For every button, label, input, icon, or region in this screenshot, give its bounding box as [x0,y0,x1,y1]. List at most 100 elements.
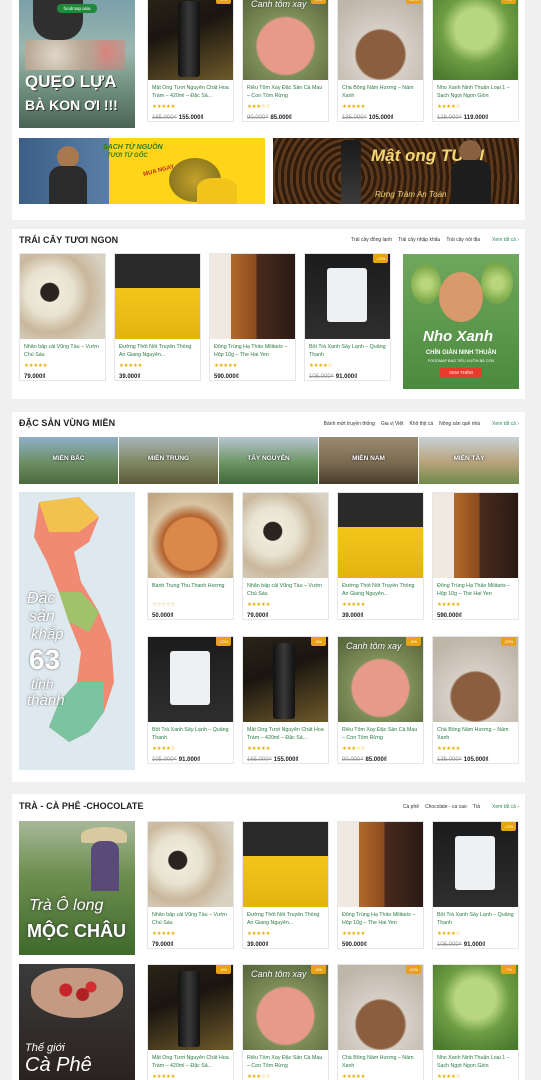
product-name-link[interactable]: Mật Ong Tươi Nguyên Chất Hoa Tràm – 420m… [152,1055,229,1071]
product-name-link[interactable]: Bột Trà Xanh Sấy Lạnh – Quảng Thanh [437,912,514,928]
region-north[interactable]: MIỀN BẮC [19,437,118,484]
grape-banner-button[interactable]: XEM THÊM [440,368,482,377]
product-card[interactable]: Đông Trùng Hạ Thảo Militaris – Hộp 10g –… [432,492,519,620]
product-card[interactable]: Canh tôm xay -6% Riêu Tôm Xay Đặc Sản Cà M… [337,636,424,764]
product-card[interactable]: -6% Mật Ong Tươi Nguyên Chất Hoa Tràm – 4… [242,636,329,764]
product-image[interactable]: -6% [148,0,233,80]
region-highlands[interactable]: TÂY NGUYÊN [219,437,318,484]
tab-tea[interactable]: Trà [473,804,480,810]
product-image[interactable]: -22% [433,637,518,722]
tab-coffee[interactable]: Cà phê [403,804,419,810]
old-price: 128.000₫ [437,115,462,121]
product-image[interactable]: -13% [148,637,233,722]
product-image[interactable] [210,254,295,339]
product-name-link[interactable]: Bánh Trung Thu Thanh Hương [152,583,229,599]
product-card[interactable]: -22% Chà Bông Nấm Hương – Nấm Xanh ★★★★★ 13… [337,0,424,122]
product-card[interactable]: Đường Thốt Nốt Truyền Thống An Giang Ngu… [114,253,201,381]
product-image[interactable]: -6% [243,637,328,722]
product-image[interactable] [433,493,518,578]
product-card[interactable]: Đường Thốt Nốt Truyền Thống An Giang Ngu… [242,821,329,949]
tab-dried-meat-fish[interactable]: Khô thịt cá [410,421,434,427]
product-name-link[interactable]: Chà Bông Nấm Hương – Nấm Xanh [437,727,514,743]
honey-banner[interactable]: Mật ong TƯƠI Rừng Tràm An Toàn [273,138,519,204]
region-mekong[interactable]: MIỀN TÂY [419,437,519,484]
product-card[interactable]: -22% Chà Bông Nấm Hương – Nấm Xanh ★★★★★ 13… [432,636,519,764]
product-image[interactable]: -7% [433,965,518,1050]
product-image[interactable]: -22% [338,965,423,1050]
tab-imported-fruit[interactable]: Trái cây nhập khẩu [398,237,440,243]
tea-see-all-link[interactable]: Xem tất cả › [492,804,519,810]
product-name-link[interactable]: Đông Trùng Hạ Thảo Militaris – Hộp 10g –… [437,583,514,599]
product-image[interactable]: -13% [305,254,390,339]
tab-vietnamese-spices[interactable]: Gia vị Việt [381,421,404,427]
product-card[interactable]: -6% Mật Ong Tươi Nguyên Chất Hoa Tràm – 4… [147,964,234,1080]
product-card[interactable]: Nhãn bấp cải Vũng Tàu – Vườn Chú Sáu ★★★★… [242,492,329,620]
product-card[interactable]: -13% Bột Trà Xanh Sấy Lạnh – Quảng Thanh ★… [304,253,391,381]
product-image[interactable]: Canh tôm xay -6% [338,637,423,722]
region-central[interactable]: MIỀN TRUNG [119,437,218,484]
product-image[interactable]: Canh tôm xay -6% [243,0,328,80]
product-image[interactable]: -7% [433,0,518,80]
product-card[interactable]: -7% Nho Xanh Ninh Thuận Loại 1 – Sạch Ngọ… [432,964,519,1080]
grape-banner[interactable]: Nho Xanh CHÍN GIÀN NINH THUẬN FOODMAP BA… [403,254,519,389]
durian-banner[interactable]: SẠCH TỪ NGUỒN TƯƠI TỪ GỐC MUA NGAY [19,138,265,204]
product-name-link[interactable]: Bột Trà Xanh Sấy Lạnh – Quảng Thanh [309,344,386,360]
product-name-link[interactable]: Nhãn bấp cải Vũng Tàu – Vườn Chú Sáu [247,583,324,599]
product-card[interactable]: -22% Chà Bông Nấm Hương – Nấm Xanh ★★★★★ [337,964,424,1080]
product-name-link[interactable]: Riêu Tôm Xay Đặc Sản Cà Mau – Con Tôm Rừ… [247,85,324,101]
product-name-link[interactable]: Đường Thốt Nốt Truyền Thống An Giang Ngu… [119,344,196,360]
product-name-link[interactable]: Riêu Tôm Xay Đặc Sản Cà Mau – Con Tôm Rừ… [247,1055,324,1071]
product-image[interactable] [338,493,423,578]
product-image[interactable]: Canh tôm xay -6% [243,965,328,1050]
product-card[interactable]: Canh tôm xay -6% Riêu Tôm Xay Đặc Sản Cà M… [242,0,329,122]
tab-local-fruit[interactable]: Trái cây nội địa [446,237,480,243]
product-card[interactable]: Đông Trùng Hạ Thảo Militaris – Hộp 10g –… [337,821,424,949]
product-name-link[interactable]: Đường Thốt Nốt Truyền Thống An Giang Ngu… [247,912,324,928]
product-name-link[interactable]: Bột Trà Xanh Sấy Lạnh – Quảng Thanh [152,727,229,743]
product-image[interactable]: -13% [433,822,518,907]
vietnam-map-banner[interactable]: Đặc sản khắp 63 tỉnh thành [19,492,135,770]
product-name-link[interactable]: Chà Bông Nấm Hương – Nấm Xanh [342,1055,419,1071]
product-name-link[interactable]: Đông Trùng Hạ Thảo Militaris – Hộp 10g –… [342,912,419,928]
tab-home-produce[interactable]: Nông sản quê nhà [439,421,480,427]
product-name-link[interactable]: Mật Ong Tươi Nguyên Chất Hoa Tràm – 420m… [247,727,324,743]
regional-see-all-link[interactable]: Xem tất cả › [492,421,519,427]
product-card[interactable]: -6% Mật Ong Tươi Nguyên Chất Hoa Tràm – 4… [147,0,234,122]
product-name-link[interactable]: Nhãn bấp cải Vũng Tàu – Vườn Chú Sáu [152,912,229,928]
product-name-link[interactable]: Nho Xanh Ninh Thuận Loại 1 – Sạch Ngọt N… [437,1055,514,1071]
product-card[interactable]: -13% Bột Trà Xanh Sấy Lạnh – Quảng Thanh ★… [147,636,234,764]
product-name-link[interactable]: Đông Trùng Hạ Thảo Militaris – Hộp 10g –… [214,344,291,360]
region-south[interactable]: MIỀN NAM [319,437,418,484]
product-image[interactable] [243,493,328,578]
tab-traditional-cakes[interactable]: Bánh mứt truyền thống [324,421,375,427]
product-image[interactable] [148,493,233,578]
product-name-link[interactable]: Chà Bông Nấm Hương – Nấm Xanh [342,85,419,101]
product-card[interactable]: Canh tôm xay -6% Riêu Tôm Xay Đặc Sản Cà M… [242,964,329,1080]
product-card[interactable]: Nhãn bấp cải Vũng Tàu – Vườn Chú Sáu ★★★★… [147,821,234,949]
product-image[interactable] [338,822,423,907]
fruit-see-all-link[interactable]: Xem tất cả › [492,237,519,243]
product-name-link[interactable]: Đường Thốt Nốt Truyền Thống An Giang Ngu… [342,583,419,599]
fish-promo-banner[interactable]: foodmap.asia QUẸO LỰA BÀ KON ƠI !!! [19,0,135,128]
coffee-world-banner[interactable]: Thế giới Cà Phê [19,964,135,1080]
product-card[interactable]: -7% Nho Xanh Ninh Thuận Loại 1 – Sạch Ngọ… [432,0,519,122]
tab-chocolate[interactable]: Chocolate - ca cao [425,804,467,810]
price-row: 39.000₫ [247,942,324,948]
product-name-link[interactable]: Nhãn bấp cải Vũng Tàu – Vườn Chú Sáu [24,344,101,360]
tab-frozen-fruit[interactable]: Trái cây đông lạnh [351,237,392,243]
product-image[interactable] [243,822,328,907]
product-name-link[interactable]: Nho Xanh Ninh Thuận Loại 1 – Sạch Ngọt N… [437,85,514,101]
product-image[interactable] [148,822,233,907]
product-image[interactable] [20,254,105,339]
product-image[interactable]: -22% [338,0,423,80]
product-image[interactable]: -6% [148,965,233,1050]
product-card[interactable]: -13% Bột Trà Xanh Sấy Lạnh – Quảng Thanh ★… [432,821,519,949]
product-card[interactable]: Bánh Trung Thu Thanh Hương ☆☆☆☆☆ 50.000₫ [147,492,234,620]
product-card[interactable]: Đường Thốt Nốt Truyền Thống An Giang Ngu… [337,492,424,620]
product-name-link[interactable]: Mật Ong Tươi Nguyên Chất Hoa Tràm – 420m… [152,85,229,101]
product-card[interactable]: Nhãn bấp cải Vũng Tàu – Vườn Chú Sáu ★★★★… [19,253,106,381]
product-name-link[interactable]: Riêu Tôm Xay Đặc Sản Cà Mau – Con Tôm Rừ… [342,727,419,743]
product-image[interactable] [115,254,200,339]
product-card[interactable]: Đông Trùng Hạ Thảo Militaris – Hộp 10g –… [209,253,296,381]
oolong-banner[interactable]: Trà Ô long MỘC CHÂU [19,821,135,955]
